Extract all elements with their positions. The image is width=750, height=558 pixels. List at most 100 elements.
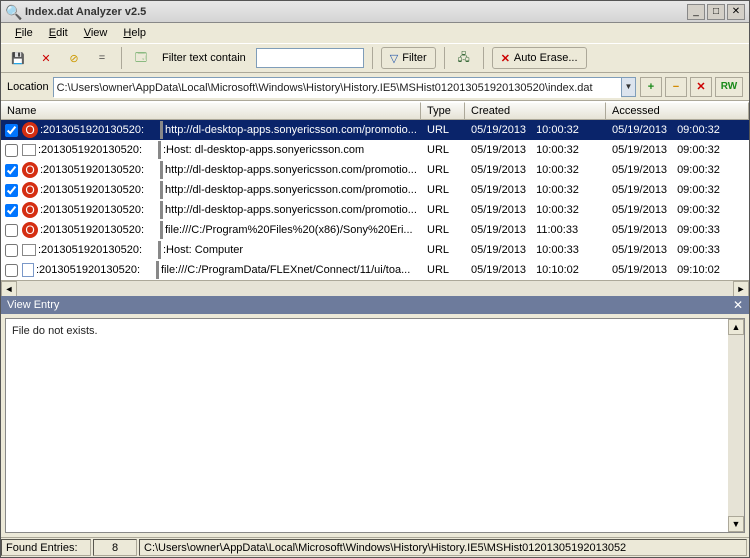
statusbar: Found Entries: 8 C:\Users\owner\AppData\… (1, 537, 749, 557)
location-dropdown[interactable]: ▼ (621, 78, 635, 96)
favicon-icon: O (22, 122, 38, 138)
divider (160, 221, 163, 239)
location-label: Location (7, 81, 49, 93)
location-row: Location ▼ + − ✕ RW (1, 73, 749, 101)
row-created: 05/19/201310:00:33 (465, 244, 606, 256)
row-created: 05/19/201310:10:02 (465, 264, 606, 276)
menu-view[interactable]: View (76, 25, 116, 41)
row-type: URL (421, 144, 465, 156)
divider (160, 161, 163, 179)
equals-button[interactable]: = (91, 47, 113, 69)
menu-edit[interactable]: Edit (41, 25, 76, 41)
row-created: 05/19/201310:00:32 (465, 184, 606, 196)
table-header: Name Type Created Accessed (1, 101, 749, 120)
row-accessed: 05/19/201309:00:32 (606, 124, 749, 136)
row-type: URL (421, 184, 465, 196)
auto-erase-button[interactable]: ✕ Auto Erase... (492, 47, 587, 69)
view-entry-text: File do not exists. (6, 319, 728, 532)
col-type[interactable]: Type (421, 102, 465, 120)
view-entry-title: View Entry (7, 299, 59, 311)
funnel-icon: ▽ (390, 52, 398, 65)
toolbar: 💾 ✕ ⊘ = 🗔 Filter text contain ▽ Filter 🖧… (1, 43, 749, 73)
row-type: URL (421, 244, 465, 256)
x-icon: ✕ (501, 52, 510, 65)
table-row[interactable]: O:2013051920130520:http://dl-desktop-app… (1, 180, 749, 200)
rw-button[interactable]: RW (715, 77, 743, 97)
separator (444, 47, 445, 69)
delete-button[interactable]: ✕ (35, 47, 57, 69)
row-checkbox[interactable] (5, 204, 18, 217)
clear-button[interactable]: ⊘ (63, 47, 85, 69)
row-url: :Host: Computer (163, 244, 421, 256)
titlebar: 🔍 Index.dat Analyzer v2.5 _ □ ✕ (1, 1, 749, 23)
favicon-icon: O (22, 162, 38, 178)
col-name[interactable]: Name (1, 102, 421, 120)
menubar: File Edit View Help (1, 23, 749, 43)
scroll-right-icon[interactable]: ► (733, 281, 749, 297)
divider (160, 121, 163, 139)
row-accessed: 05/19/201309:00:32 (606, 164, 749, 176)
view-entry-close[interactable]: ✕ (733, 298, 743, 312)
favicon-icon: O (22, 182, 38, 198)
row-timestamp: :2013051920130520: (40, 224, 158, 236)
delete-location-button[interactable]: ✕ (690, 77, 712, 97)
row-type: URL (421, 264, 465, 276)
scroll-down-icon[interactable]: ▼ (728, 516, 744, 532)
col-created[interactable]: Created (465, 102, 606, 120)
row-checkbox[interactable] (5, 124, 18, 137)
location-input[interactable] (54, 78, 621, 98)
filter-button[interactable]: ▽ Filter (381, 47, 436, 69)
col-accessed[interactable]: Accessed (606, 102, 749, 120)
table-row[interactable]: O:2013051920130520:http://dl-desktop-app… (1, 160, 749, 180)
row-accessed: 05/19/201309:10:02 (606, 264, 749, 276)
divider (160, 181, 163, 199)
close-button[interactable]: ✕ (727, 4, 745, 20)
table-row[interactable]: O:2013051920130520: file:///C:/Program%20… (1, 220, 749, 240)
row-timestamp: :2013051920130520: (38, 244, 156, 256)
scroll-left-icon[interactable]: ◄ (1, 281, 17, 297)
table-row[interactable]: :2013051920130520::Host: ComputerURL05/1… (1, 240, 749, 260)
remove-location-button[interactable]: − (665, 77, 687, 97)
scroll-up-icon[interactable]: ▲ (728, 319, 744, 335)
filter-input[interactable] (256, 48, 364, 68)
row-type: URL (421, 124, 465, 136)
row-checkbox[interactable] (5, 244, 18, 257)
h-scrollbar[interactable]: ◄ ► (1, 280, 749, 296)
row-url: file:///C:/ProgramData/FLEXnet/Connect/1… (161, 264, 421, 276)
menu-file[interactable]: File (7, 25, 41, 41)
separator (483, 47, 484, 69)
app-icon: 🔍 (5, 4, 21, 20)
view-entry-header: View Entry ✕ (1, 296, 749, 314)
window-title: Index.dat Analyzer v2.5 (25, 6, 687, 18)
view-entry-body: File do not exists. ▲ ▼ (5, 318, 745, 533)
row-type: URL (421, 204, 465, 216)
row-url: http://dl-desktop-apps.sonyericsson.com/… (165, 184, 421, 196)
row-checkbox[interactable] (5, 184, 18, 197)
row-checkbox[interactable] (5, 164, 18, 177)
row-type: URL (421, 224, 465, 236)
add-location-button[interactable]: + (640, 77, 662, 97)
row-checkbox[interactable] (5, 264, 18, 277)
table-row[interactable]: :2013051920130520::Host: dl-desktop-apps… (1, 140, 749, 160)
row-created: 05/19/201311:00:33 (465, 224, 606, 236)
row-created: 05/19/201310:00:32 (465, 144, 606, 156)
found-entries-label: Found Entries: (1, 539, 91, 556)
refresh-button[interactable]: 🗔 (130, 47, 152, 69)
row-type: URL (421, 164, 465, 176)
network-button[interactable]: 🖧 (453, 47, 475, 69)
row-checkbox[interactable] (5, 224, 18, 237)
maximize-button[interactable]: □ (707, 4, 725, 20)
v-scrollbar[interactable]: ▲ ▼ (728, 319, 744, 532)
row-created: 05/19/201310:00:32 (465, 204, 606, 216)
row-created: 05/19/201310:00:32 (465, 124, 606, 136)
row-url: file:///C:/Program%20Files%20(x86)/Sony%… (165, 224, 421, 236)
table-row[interactable]: O:2013051920130520:http://dl-desktop-app… (1, 120, 749, 140)
menu-help[interactable]: Help (115, 25, 154, 41)
minimize-button[interactable]: _ (687, 4, 705, 20)
favicon-icon: O (22, 222, 38, 238)
save-button[interactable]: 💾 (7, 47, 29, 69)
row-checkbox[interactable] (5, 144, 18, 157)
table-row[interactable]: :2013051920130520:file:///C:/ProgramData… (1, 260, 749, 280)
table-row[interactable]: O:2013051920130520:http://dl-desktop-app… (1, 200, 749, 220)
row-accessed: 05/19/201309:00:33 (606, 244, 749, 256)
